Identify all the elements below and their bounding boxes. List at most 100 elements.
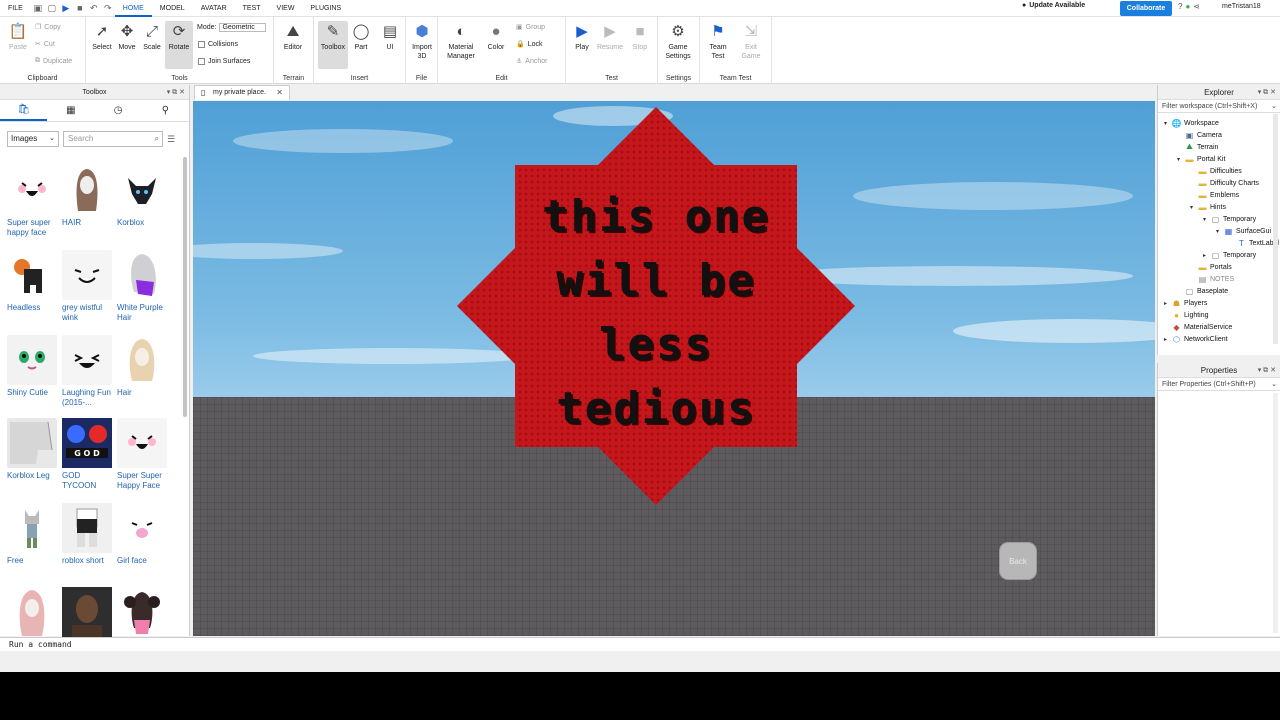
toolbox-item[interactable]: grey wistful wink (62, 250, 114, 325)
share-icon[interactable]: ⋖ (1193, 2, 1200, 11)
toolbox-item[interactable]: Korblox Leg (7, 418, 59, 493)
join-surfaces-toggle[interactable]: Join Surfaces (198, 58, 250, 65)
tree-row[interactable]: ▾ ▬ Portal Kit (1175, 153, 1225, 165)
toolbox-item[interactable]: roblox short (62, 503, 114, 578)
terrain-editor-button[interactable]: ⛰ Editor (279, 21, 307, 52)
rotate-button[interactable]: ⟳ Rotate (165, 21, 193, 69)
toolbox-item[interactable]: Girl face (117, 503, 169, 578)
toolbox-scrollbar[interactable] (183, 157, 187, 417)
expand-toggle-icon[interactable]: ▾ (1162, 120, 1169, 127)
username[interactable]: meTristan18 (1222, 3, 1261, 10)
exit-game-button[interactable]: ⇲ Exit Game (737, 21, 765, 61)
close-icon[interactable]: ✕ (276, 86, 283, 100)
explorer-scrollbar[interactable] (1273, 114, 1278, 344)
import-3d-button[interactable]: ⬢ Import 3D (408, 21, 436, 61)
copy-button[interactable]: ❐ Copy (35, 23, 61, 32)
toolbox-item[interactable]: Shiny Cutie (7, 335, 59, 410)
tree-row[interactable]: ● Lighting (1162, 309, 1208, 321)
expand-toggle-icon[interactable]: ▸ (1162, 300, 1169, 307)
join-surfaces-checkbox[interactable] (198, 58, 205, 65)
category-dropdown[interactable]: Images ⌄ (7, 131, 59, 147)
tab-marketplace[interactable]: 🛍 (0, 100, 48, 121)
toolbox-item[interactable]: White Purple Hair (117, 250, 169, 325)
menu-home[interactable]: HOME (114, 0, 152, 17)
update-available[interactable]: ● Update Available (1022, 2, 1085, 9)
toolbox-item[interactable]: Super super happy face (7, 165, 59, 240)
panel-controls-icon[interactable]: ▾ ⧉ ✕ (1258, 363, 1276, 378)
tree-row[interactable]: ▸ ☗ Players (1162, 297, 1207, 309)
stop-button[interactable]: ■ Stop (626, 21, 654, 52)
filter-icon[interactable]: ☰ (167, 131, 179, 147)
team-test-button[interactable]: ⚑ Team Test (704, 21, 732, 61)
stop-small-icon[interactable]: ■ (73, 1, 87, 15)
scale-button[interactable]: ⤢ Scale (138, 21, 166, 52)
search-icon[interactable]: ⌕ (155, 132, 159, 146)
tree-row[interactable]: ◆ MaterialService (1162, 321, 1232, 333)
collisions-checkbox[interactable] (198, 41, 205, 48)
tree-row[interactable]: ▬ Difficulties (1188, 165, 1242, 177)
toolbox-item[interactable]: Free (7, 503, 59, 578)
menu-view[interactable]: VIEW (269, 0, 303, 17)
mode-dropdown[interactable]: Geometric (219, 23, 266, 32)
toolbox-item[interactable]: Laughing Fun (2015-... (62, 335, 114, 410)
menu-avatar[interactable]: AVATAR (193, 0, 235, 17)
expand-toggle-icon[interactable]: ▾ (1214, 228, 1221, 235)
tree-row[interactable]: T TextLabel (1227, 237, 1279, 249)
menu-test[interactable]: TEST (235, 0, 269, 17)
tree-row[interactable]: ▬ Difficulty Charts (1188, 177, 1259, 189)
paste-button[interactable]: 📋 Paste (4, 21, 32, 52)
collisions-toggle[interactable]: Collisions (198, 41, 238, 48)
panel-controls-icon[interactable]: ▾ ⧉ ✕ (1258, 85, 1276, 100)
explorer-filter-input[interactable]: Filter workspace (Ctrl+Shift+X) ⌄ (1158, 100, 1280, 113)
resume-button[interactable]: ▶ Resume (596, 21, 624, 52)
move-button[interactable]: ✥ Move (113, 21, 141, 52)
menu-file[interactable]: FILE (0, 0, 31, 17)
toolbox-item[interactable]: HAIR (62, 165, 114, 240)
tree-row[interactable]: ▤ NOTES (1188, 273, 1234, 285)
expand-toggle-icon[interactable]: ▾ (1188, 204, 1195, 211)
properties-scrollbar[interactable] (1273, 393, 1278, 633)
tab-recent[interactable]: ◷ (95, 100, 142, 121)
toolbox-search-input[interactable]: Search ⌕ (63, 131, 163, 147)
play-button[interactable]: ▶ Play (568, 21, 596, 52)
duplicate-button[interactable]: ⧉ Duplicate (35, 57, 72, 65)
tab-inventory[interactable]: ▦ (47, 100, 94, 121)
new-file-icon[interactable]: ▢ (45, 1, 59, 15)
cut-button[interactable]: ✂ Cut (35, 40, 55, 49)
color-button[interactable]: ● Color (482, 21, 510, 52)
tree-row[interactable]: ▣ Camera (1175, 129, 1222, 141)
properties-filter-input[interactable]: Filter Properties (Ctrl+Shift+P) ⌄ (1158, 378, 1280, 391)
3d-viewport[interactable]: this one will be less tedious Back (193, 101, 1155, 636)
ui-button[interactable]: ▤ UI (376, 21, 404, 52)
save-icon[interactable]: ▣ (31, 1, 45, 15)
part-button[interactable]: ◯ Part (347, 21, 375, 52)
undo-icon[interactable]: ↶ (87, 1, 101, 15)
toolbox-button[interactable]: ✎ Toolbox (318, 21, 348, 69)
tree-row[interactable]: ▬ Portals (1188, 261, 1232, 273)
play-small-icon[interactable]: ▶ (59, 1, 73, 15)
tree-row[interactable]: ▾ ▦ SurfaceGui (1214, 225, 1271, 237)
panel-controls-icon[interactable]: ▾ ⧉ ✕ (167, 85, 185, 100)
menu-plugins[interactable]: PLUGINS (302, 0, 349, 17)
tree-row[interactable]: ⛰ Terrain (1175, 141, 1218, 153)
toolbox-item[interactable]: Headless (7, 250, 59, 325)
tree-row[interactable]: ▾ ▬ Hints (1188, 201, 1226, 213)
select-button[interactable]: ➚ Select (88, 21, 116, 52)
menu-model[interactable]: MODEL (152, 0, 193, 17)
lock-button[interactable]: 🔒 Lock (516, 40, 543, 49)
expand-toggle-icon[interactable]: ▸ (1162, 336, 1169, 343)
tree-row[interactable]: ▸ ▢ Temporary (1201, 249, 1256, 261)
tree-row[interactable]: ▾ ▢ Temporary (1201, 213, 1256, 225)
back-button[interactable]: Back (999, 542, 1037, 580)
tree-row[interactable]: ▾ 🌐 Workspace (1162, 117, 1219, 129)
expand-toggle-icon[interactable]: ▾ (1201, 216, 1208, 223)
mode-selector[interactable]: Mode: Geometric (197, 23, 266, 32)
red-sign-part[interactable]: this one will be less tedious (457, 107, 855, 505)
collaborate-button[interactable]: Collaborate (1120, 1, 1172, 16)
help-icon[interactable]: ? (1178, 2, 1182, 11)
redo-icon[interactable]: ↷ (101, 1, 115, 15)
tree-row[interactable]: ▬ Emblems (1188, 189, 1240, 201)
material-manager-button[interactable]: ◐ Material Manager (444, 21, 478, 61)
toolbox-item[interactable]: Super Super Happy Face (117, 418, 169, 493)
tab-document[interactable]: ▯ my private place. ✕ (194, 85, 290, 100)
